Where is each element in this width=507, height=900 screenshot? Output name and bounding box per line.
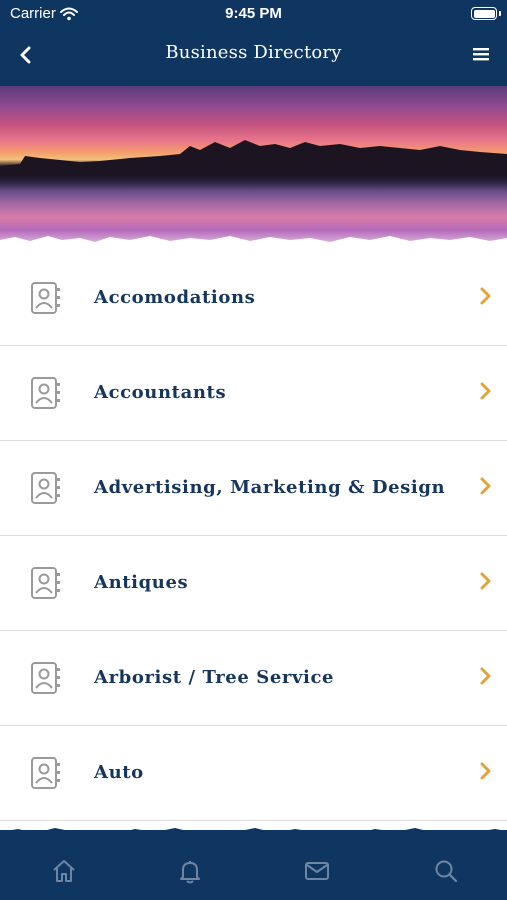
chevron-right-icon	[480, 287, 491, 305]
bottom-tab-bar	[0, 828, 507, 900]
contact-book-icon	[31, 662, 60, 694]
contact-book-icon	[31, 757, 60, 789]
tab-home[interactable]	[49, 856, 79, 886]
hamburger-menu-icon	[473, 48, 489, 61]
contact-book-icon	[31, 377, 60, 409]
list-item-label: Antiques	[94, 572, 189, 593]
list-item-label: Auto	[94, 762, 144, 783]
battery-icon	[471, 7, 497, 20]
list-item[interactable]: Auto	[0, 726, 507, 821]
status-time: 9:45 PM	[225, 5, 282, 22]
chevron-right-icon	[480, 572, 491, 590]
tab-messages[interactable]	[302, 856, 332, 886]
tab-search[interactable]	[431, 856, 461, 886]
list-item[interactable]: Antiques	[0, 536, 507, 631]
chevron-right-icon	[480, 477, 491, 495]
contact-book-icon	[31, 282, 60, 314]
home-icon	[53, 860, 75, 882]
contact-book-icon	[31, 472, 60, 504]
list-item-label: Accountants	[94, 382, 227, 403]
mail-icon	[305, 862, 329, 880]
tab-notifications[interactable]	[175, 856, 205, 886]
list-item[interactable]: Accomodations	[0, 251, 507, 346]
chevron-right-icon	[480, 667, 491, 685]
contact-book-icon	[31, 567, 60, 599]
list-item[interactable]: Advertising, Marketing & Design	[0, 441, 507, 536]
torn-edge-divider	[0, 828, 507, 838]
list-item[interactable]: Accountants	[0, 346, 507, 441]
chevron-right-icon	[480, 762, 491, 780]
search-icon	[435, 860, 458, 883]
chevron-right-icon	[480, 382, 491, 400]
list-item-label: Accomodations	[94, 287, 256, 308]
treeline-silhouette	[0, 140, 507, 176]
directory-list: Accomodations Accountants Advertising, M	[0, 251, 507, 821]
bell-icon	[180, 861, 200, 884]
header-banner-image	[0, 86, 507, 246]
list-item-label: Advertising, Marketing & Design	[94, 477, 446, 498]
list-item[interactable]: Arborist / Tree Service	[0, 631, 507, 726]
navigation-bar: Business Directory	[0, 28, 507, 86]
battery-tip	[499, 11, 501, 16]
list-item-label: Arborist / Tree Service	[94, 667, 335, 688]
page-title: Business Directory	[165, 42, 342, 63]
menu-button[interactable]	[469, 42, 493, 66]
status-bar: Carrier 9:45 PM	[0, 0, 507, 28]
torn-edge-divider	[0, 236, 507, 246]
